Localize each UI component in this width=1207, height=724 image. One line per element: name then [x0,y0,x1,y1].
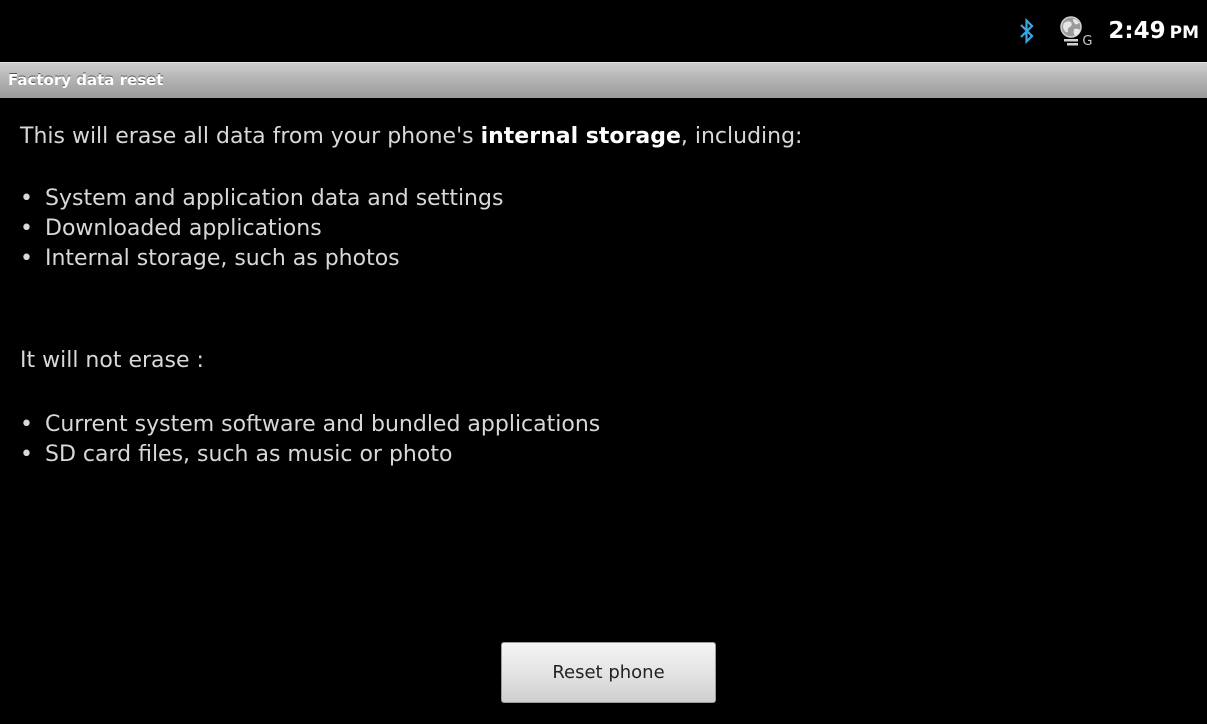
clock-time: 2:49 [1108,18,1166,44]
factory-reset-screen: G 2:49 PM Factory data reset This will er… [0,0,1207,724]
status-bar: G 2:49 PM [0,0,1207,62]
bluetooth-icon [1016,14,1038,48]
erase-item-label: System and application data and settings [45,186,504,211]
bullet-icon: • [20,216,33,241]
bullet-icon: • [20,442,33,467]
page-title: Factory data reset [8,71,164,89]
network-type-label: G [1082,34,1093,49]
intro-prefix: This will erase all data from your phone… [20,124,481,149]
bullet-icon: • [20,246,33,271]
erase-item-label: Internal storage, such as photos [45,246,400,271]
clock-ampm: PM [1169,23,1199,43]
intro-bold: internal storage [480,124,681,149]
keep-item-label: Current system software and bundled appl… [45,412,601,437]
network-globe-icon: G [1058,14,1093,49]
status-clock: 2:49 PM [1108,18,1199,44]
status-icons: G 2:49 PM [1016,0,1199,62]
intro-suffix: , including: [680,124,803,149]
reset-phone-button[interactable]: Reset phone [501,642,716,703]
list-item: • Internal storage, such as photos [20,248,400,270]
erase-item-label: Downloaded applications [45,216,322,241]
not-erase-heading: It will not erase : [20,348,204,373]
list-item: • System and application data and setting… [20,188,503,210]
bullet-icon: • [20,186,33,211]
title-bar: Factory data reset [0,62,1207,98]
list-item: • Current system software and bundled app… [20,414,600,436]
bullet-icon: • [20,412,33,437]
intro-text: This will erase all data from your phone… [20,126,802,148]
list-item: • Downloaded applications [20,218,322,240]
list-item: • SD card files, such as music or photo [20,444,452,466]
keep-item-label: SD card files, such as music or photo [45,442,453,467]
